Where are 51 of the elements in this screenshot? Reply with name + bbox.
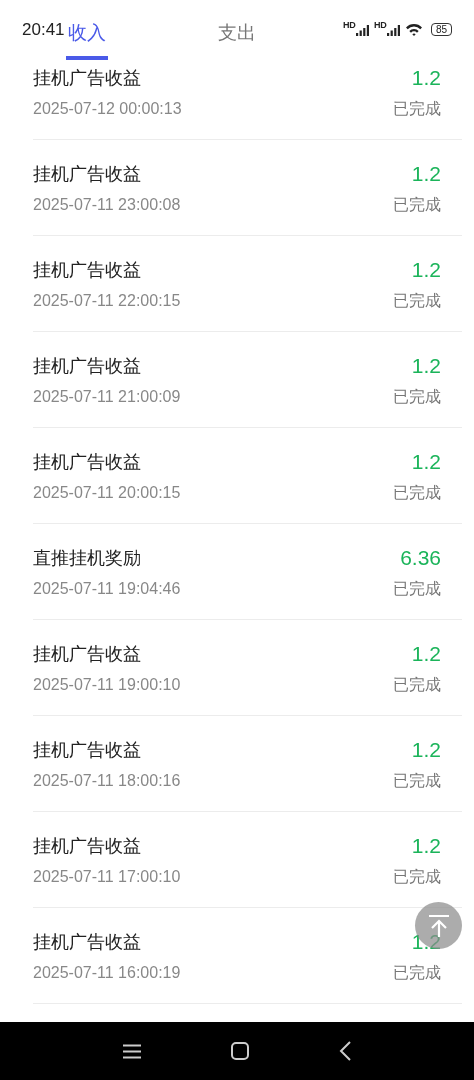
record-title: 直推挂机奖励: [33, 546, 142, 570]
record-title: 挂机广告收益: [33, 354, 142, 378]
record-amount: 6.36: [400, 546, 441, 570]
record-amount: 1.2: [411, 450, 441, 474]
home-icon[interactable]: [231, 1042, 249, 1060]
record-status: 已完成: [393, 866, 441, 888]
record-time: 2025-07-11 22:00:15: [33, 291, 181, 311]
record-amount: 1.2: [411, 66, 441, 90]
record-time: 2025-07-11 21:00:09: [33, 387, 181, 407]
record-title: 挂机广告收益: [33, 834, 142, 858]
record-amount: 1.2: [411, 738, 441, 762]
record-title: 挂机广告收益: [33, 162, 142, 186]
record-title: 挂机广告收益: [33, 66, 142, 90]
signal-icon: [386, 25, 401, 36]
record-amount: 1.2: [411, 354, 441, 378]
record-status: 已完成: [393, 482, 441, 504]
record-title: 挂机广告收益: [33, 642, 142, 666]
record-status: 已完成: [393, 98, 441, 120]
record-status: 已完成: [393, 770, 441, 792]
signal-icon: [355, 25, 370, 36]
record-status: 已完成: [393, 962, 441, 984]
record-amount: 1.2: [411, 642, 441, 666]
record-status: 已完成: [393, 578, 441, 600]
record-time: 2025-07-11 19:00:10: [33, 675, 181, 695]
record-status: 已完成: [393, 386, 441, 408]
tab[interactable]: 收入: [65, 0, 108, 60]
record-time: 2025-07-11 17:00:10: [33, 867, 181, 887]
battery-icon: 85: [430, 23, 452, 36]
record-title: 挂机广告收益: [33, 738, 142, 762]
back-icon[interactable]: [339, 1041, 351, 1061]
record-status: 已完成: [393, 674, 441, 696]
record-time: 2025-07-11 19:04:46: [33, 579, 181, 599]
record-status: 已完成: [393, 194, 441, 216]
wifi-icon: [404, 23, 423, 36]
record-time: 2025-07-12 00:00:13: [33, 99, 182, 119]
record-amount: 1.2: [411, 258, 441, 282]
network-label: HD: [373, 21, 387, 30]
record-title: 挂机广告收益: [33, 258, 142, 282]
record-time: 2025-07-11 16:00:19: [33, 963, 181, 983]
record-time: 2025-07-11 23:00:08: [33, 195, 181, 215]
record-amount: 1.2: [411, 834, 441, 858]
menu-icon[interactable]: [123, 1043, 141, 1059]
network-label: HD: [342, 21, 356, 30]
record-title: 挂机广告收益: [33, 450, 142, 474]
record-amount: 1.2: [411, 162, 441, 186]
record-status: 已完成: [393, 290, 441, 312]
record-time: 2025-07-11 18:00:16: [33, 771, 181, 791]
status-time: 20:41: [22, 20, 65, 40]
tab[interactable]: 支出: [215, 0, 258, 60]
record-title: 挂机广告收益: [33, 930, 142, 954]
record-time: 2025-07-11 20:00:15: [33, 483, 181, 503]
